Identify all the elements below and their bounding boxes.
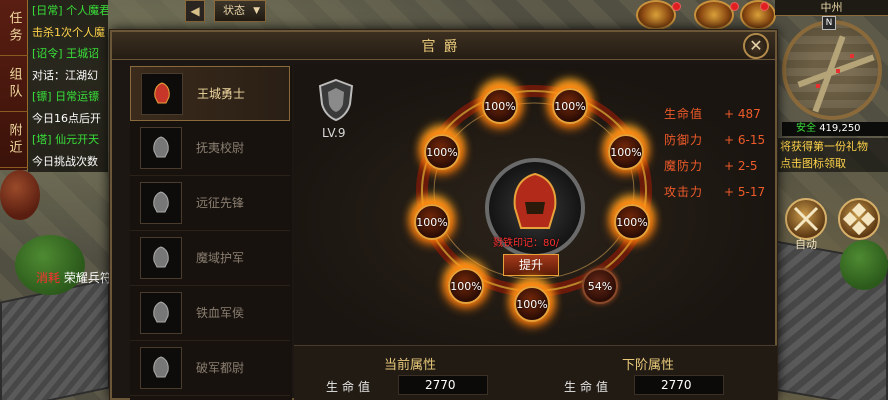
stat-row: 魔防力 + 2-5 bbox=[664, 153, 765, 179]
rank-label: 远征先锋 bbox=[196, 196, 245, 210]
map-coords: 419,250 bbox=[819, 123, 861, 134]
helmet-icon bbox=[140, 127, 182, 169]
stat-value: + 487 bbox=[724, 107, 761, 121]
stat-name: 生命值 bbox=[664, 107, 704, 121]
rank-item-2[interactable]: 抚夷校尉 bbox=[130, 121, 290, 176]
status-dropdown[interactable]: 状态 ▼ bbox=[214, 0, 266, 22]
quest-item[interactable]: [诏令] 王城诏 bbox=[28, 43, 108, 65]
rank-label: 破军都尉 bbox=[196, 361, 245, 375]
stat-row: 防御力 + 6-15 bbox=[664, 127, 765, 153]
ring-node[interactable]: 100% bbox=[614, 204, 650, 240]
map-marker bbox=[836, 69, 840, 73]
ring-node[interactable]: 100% bbox=[514, 286, 550, 322]
safe-zone-bar: 安全 419,250 bbox=[782, 122, 888, 136]
shield-badge-icon bbox=[318, 78, 354, 122]
rank-list: 王城勇士 抚夷校尉 远征先锋 魔域护军 铁血军侯 破军都尉 bbox=[130, 66, 292, 400]
diamond-grid-icon bbox=[842, 202, 876, 236]
helmet-icon bbox=[140, 182, 182, 224]
rank-item-5[interactable]: 铁血军侯 bbox=[130, 286, 290, 341]
quest-list: [日常] 个人魔君 击杀1次个人魔 [诏令] 王城诏 对话：江湖幻 [镖] 日常… bbox=[28, 0, 108, 172]
side-tab-bar: 任务 组队 附近 bbox=[0, 0, 28, 170]
auto-battle-button[interactable] bbox=[785, 198, 827, 240]
tree bbox=[840, 240, 888, 290]
compass-icon: N bbox=[822, 16, 836, 30]
skill-grid-button[interactable] bbox=[838, 198, 880, 240]
rank-label: 铁血军侯 bbox=[196, 306, 245, 320]
rank-item-1[interactable]: 王城勇士 bbox=[130, 66, 290, 121]
notice-line[interactable]: 将获得第一份礼物 bbox=[778, 138, 888, 155]
stat-value: + 2-5 bbox=[724, 159, 758, 173]
notification-dot bbox=[672, 2, 681, 11]
ring-node[interactable]: 100% bbox=[552, 88, 588, 124]
quest-detail[interactable]: 今日挑战次数 bbox=[28, 151, 108, 173]
stat-name: 防御力 bbox=[664, 133, 704, 147]
stat-name: 攻击力 bbox=[664, 185, 704, 199]
ring-node[interactable]: 100% bbox=[414, 204, 450, 240]
ring-node[interactable]: 100% bbox=[448, 268, 484, 304]
tab-quests[interactable]: 任务 bbox=[0, 0, 28, 56]
attr-value: 2770 bbox=[398, 375, 488, 395]
quest-item[interactable]: [塔] 仙元开天 bbox=[28, 129, 108, 151]
event-icon[interactable] bbox=[636, 0, 676, 30]
tab-team[interactable]: 组队 bbox=[0, 56, 28, 112]
ring-node[interactable]: 100% bbox=[608, 134, 644, 170]
rank-item-4[interactable]: 魔域护军 bbox=[130, 231, 290, 286]
notification-dot bbox=[730, 2, 739, 11]
ring-node[interactable]: 100% bbox=[424, 134, 460, 170]
map-marker bbox=[850, 54, 854, 58]
helmet-icon bbox=[140, 292, 182, 334]
quest-detail[interactable]: 击杀1次个人魔 bbox=[28, 22, 108, 44]
chevron-down-icon: ▼ bbox=[253, 6, 260, 16]
rank-stats: 生命值 + 487 防御力 + 6-15 魔防力 + 2-5 攻击力 + 5-17 bbox=[664, 101, 765, 205]
building-roof bbox=[0, 278, 110, 400]
upgrade-button[interactable]: 提升 bbox=[503, 254, 559, 276]
tree bbox=[15, 235, 85, 295]
tree bbox=[0, 170, 40, 220]
zone-name: 中州 bbox=[775, 0, 888, 16]
stat-row: 生命值 + 487 bbox=[664, 101, 765, 127]
stat-value: + 6-15 bbox=[724, 133, 766, 147]
reward-icon[interactable] bbox=[740, 0, 776, 30]
rank-level: LV.9 bbox=[322, 126, 346, 140]
notification-dot bbox=[760, 2, 769, 11]
helmet-icon bbox=[140, 237, 182, 279]
seal-progress: 戮铁印记：80/ bbox=[493, 238, 560, 249]
collapse-quest-button[interactable]: ◀ bbox=[185, 0, 205, 22]
helmet-icon bbox=[141, 73, 183, 115]
rank-item-3[interactable]: 远征先锋 bbox=[130, 176, 290, 231]
stat-name: 魔防力 bbox=[664, 159, 704, 173]
attr-label: 生命值 bbox=[326, 380, 375, 394]
treasure-icon[interactable] bbox=[694, 0, 734, 30]
current-attr-header: 当前属性 bbox=[384, 358, 437, 373]
quest-detail[interactable]: 今日16点后开 bbox=[28, 108, 108, 130]
rank-label: 王城勇士 bbox=[197, 87, 246, 101]
quest-detail[interactable]: 对话：江湖幻 bbox=[28, 65, 108, 87]
helmet-icon bbox=[140, 347, 182, 389]
auto-label: 自动 bbox=[795, 238, 817, 251]
rank-label: 抚夷校尉 bbox=[196, 141, 245, 155]
quest-item[interactable]: [镖] 日常运镖 bbox=[28, 86, 108, 108]
attr-value: 2770 bbox=[634, 375, 724, 395]
quest-item[interactable]: [日常] 个人魔君 bbox=[28, 0, 108, 22]
dialog-title-bar: 官爵 ✕ bbox=[112, 32, 775, 60]
status-label: 状态 bbox=[223, 4, 245, 17]
ring-node[interactable]: 54% bbox=[582, 268, 618, 304]
safe-label: 安全 bbox=[796, 123, 816, 134]
rank-label: 魔域护军 bbox=[196, 251, 245, 265]
close-button[interactable]: ✕ bbox=[743, 33, 769, 59]
map-marker bbox=[816, 84, 820, 88]
next-attr-header: 下阶属性 bbox=[622, 358, 675, 373]
stat-row: 攻击力 + 5-17 bbox=[664, 179, 765, 205]
ring-node[interactable]: 100% bbox=[482, 88, 518, 124]
attr-label: 生命值 bbox=[564, 380, 613, 394]
cost-tag: 消耗 bbox=[36, 271, 61, 285]
notice-line[interactable]: 点击图标领取 bbox=[778, 155, 888, 172]
minimap[interactable] bbox=[782, 20, 882, 120]
crossed-swords-icon bbox=[793, 206, 819, 232]
rank-item-6[interactable]: 破军都尉 bbox=[130, 341, 290, 396]
stat-value: + 5-17 bbox=[724, 185, 766, 199]
dialog-title: 官爵 bbox=[421, 39, 466, 55]
attribute-panel: 当前属性 下阶属性 生命值 2770 生命值 2770 bbox=[294, 345, 777, 400]
tab-nearby[interactable]: 附近 bbox=[0, 112, 28, 168]
